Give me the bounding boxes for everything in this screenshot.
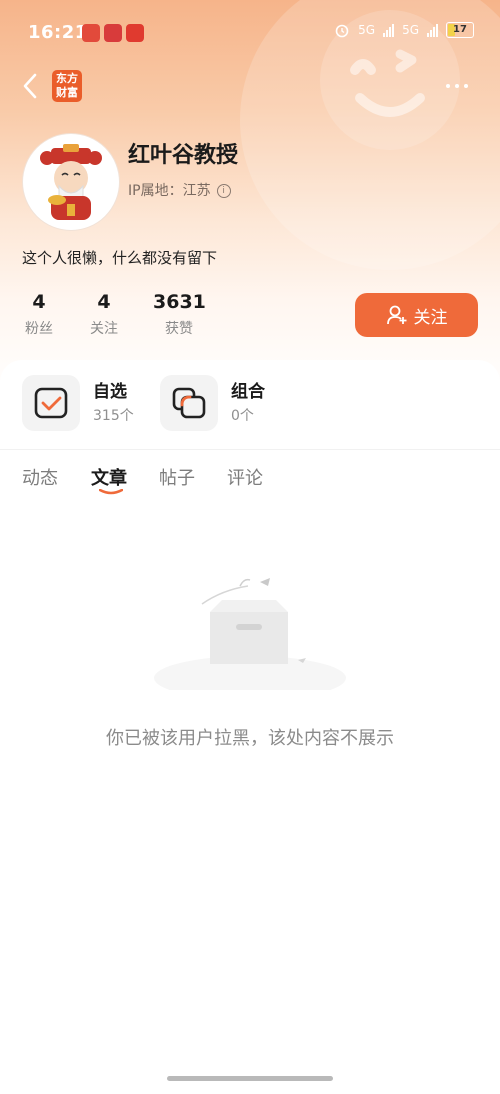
portfolio-tile-icon[interactable] (160, 375, 218, 431)
avatar[interactable] (22, 133, 120, 231)
profile-bio: 这个人很懒，什么都没有留下 (22, 249, 218, 267)
stat-value: 4 (32, 291, 46, 313)
watchlist-title[interactable]: 自选 (93, 377, 127, 402)
overlapping-squares-icon (172, 387, 206, 419)
signal-icon (383, 23, 395, 37)
portfolio-title[interactable]: 组合 (231, 377, 265, 402)
back-button[interactable] (18, 70, 44, 102)
add-user-icon (386, 305, 406, 325)
empty-state-message: 你已被该用户拉黑，该处内容不展示 (106, 728, 394, 749)
portfolio-count: 0个 (231, 408, 254, 424)
divider (0, 449, 500, 450)
stat-value: 4 (97, 291, 111, 313)
alarm-icon (335, 24, 349, 38)
logo-line-1: 东方 (56, 72, 78, 85)
info-icon[interactable]: i (216, 184, 231, 198)
battery-icon: 17 (446, 22, 474, 38)
status-icons: 5G 5G 17 (334, 22, 474, 38)
tab-comments[interactable]: 评论 (227, 464, 263, 490)
stat-followers[interactable]: 4 粉丝 (22, 290, 56, 338)
follow-button[interactable]: 关注 (355, 293, 478, 337)
ip-location-text: IP属地：江苏 (128, 183, 211, 199)
watchlist-count: 315个 (93, 408, 134, 424)
stat-following[interactable]: 4 关注 (87, 290, 121, 338)
tab-dynamics[interactable]: 动态 (22, 464, 58, 490)
tab-articles[interactable]: 文章 (91, 464, 127, 490)
watchlist-tile-icon[interactable] (22, 375, 80, 431)
status-bar: 16:21 5G 5G 17 (0, 0, 500, 64)
app-logo: 东方 财富 (52, 70, 82, 102)
god-of-wealth-avatar-icon (40, 144, 102, 220)
checkbox-icon (34, 387, 68, 419)
notification-app-icon (104, 24, 122, 42)
more-options-button[interactable] (446, 77, 474, 95)
status-time: 16:21 (28, 22, 88, 43)
profile-name: 红叶谷教授 (128, 143, 239, 168)
stat-value: 3631 (153, 291, 206, 313)
logo-line-2: 财富 (56, 86, 78, 99)
content-tabs: 动态 文章 帖子 评论 (0, 460, 500, 504)
ip-location: IP属地：江苏 i (128, 180, 231, 200)
empty-box-illustration (150, 570, 350, 700)
more-dots-icon (446, 84, 450, 88)
stat-label: 关注 (90, 321, 118, 337)
stat-label: 粉丝 (25, 321, 53, 337)
network-5g-label: 5G (402, 23, 419, 37)
home-indicator[interactable] (167, 1076, 333, 1081)
tab-posts[interactable]: 帖子 (159, 464, 195, 490)
network-5g-label: 5G (358, 23, 376, 37)
signal-icon (427, 23, 438, 37)
stat-label: 获赞 (165, 321, 193, 337)
stat-likes[interactable]: 3631 获赞 (153, 290, 206, 338)
notification-app-icon (126, 24, 144, 42)
follow-button-label: 关注 (413, 307, 448, 328)
active-tab-indicator (99, 489, 123, 495)
notification-app-icon (82, 24, 100, 42)
chevron-left-icon (23, 73, 37, 99)
battery-level: 17 (453, 24, 467, 35)
